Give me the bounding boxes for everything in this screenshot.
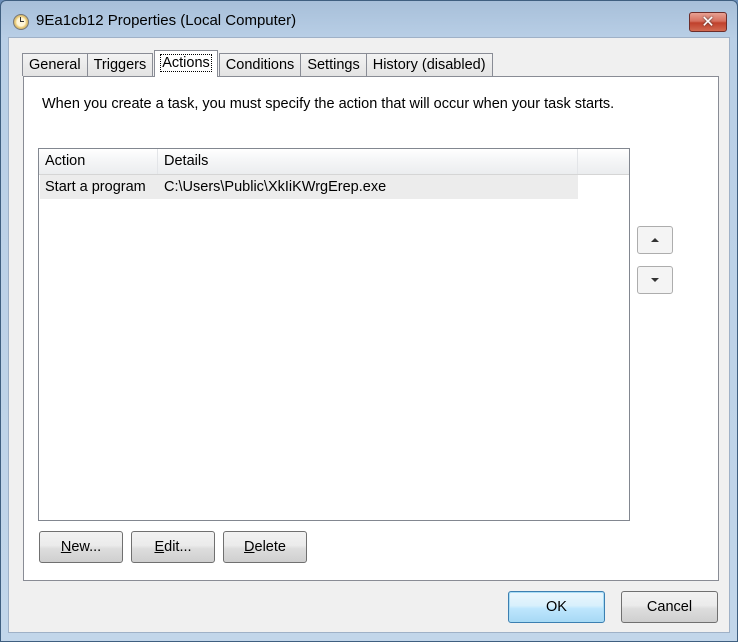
move-up-button[interactable] <box>637 226 673 254</box>
column-header-action[interactable]: Action <box>39 149 158 174</box>
tab-general[interactable]: General <box>22 53 88 76</box>
actions-tab-panel: When you create a task, you must specify… <box>23 76 719 581</box>
delete-button[interactable]: Delete <box>223 531 307 563</box>
triangle-down-icon <box>651 278 659 282</box>
cell-details: C:\Users\Public\XkIiKWrgErep.exe <box>164 179 387 195</box>
new-button[interactable]: New... <box>39 531 123 563</box>
cell-action: Start a program <box>45 179 146 195</box>
tab-settings[interactable]: Settings <box>300 53 367 76</box>
window-title: 9Ea1cb12 Properties (Local Computer) <box>36 12 297 29</box>
column-header-filler <box>578 149 629 174</box>
tab-label: Conditions <box>225 57 295 73</box>
cancel-button[interactable]: Cancel <box>621 591 718 623</box>
tab-label: General <box>29 57 81 73</box>
mnemonic: N <box>60 539 72 555</box>
move-down-button[interactable] <box>637 266 673 294</box>
dialog-client-area: General Triggers Actions Conditions Sett… <box>8 37 730 633</box>
tab-label: History (disabled) <box>372 57 486 73</box>
actions-description: When you create a task, you must specify… <box>42 96 615 112</box>
mnemonic: D <box>244 539 255 555</box>
tab-history[interactable]: History (disabled) <box>365 53 493 76</box>
tab-label: Actions <box>160 54 212 72</box>
clock-icon <box>13 14 29 30</box>
title-bar[interactable]: 9Ea1cb12 Properties (Local Computer) ✕ <box>1 1 737 37</box>
button-label: ew... <box>71 539 102 555</box>
tab-strip: General Triggers Actions Conditions Sett… <box>22 50 493 77</box>
list-header: Action Details <box>39 149 629 175</box>
column-header-details[interactable]: Details <box>158 149 578 174</box>
ok-button[interactable]: OK <box>508 591 605 623</box>
tab-label: Settings <box>307 57 360 73</box>
list-row[interactable]: Start a program C:\Users\Public\XkIiKWrg… <box>40 175 578 199</box>
tab-actions[interactable]: Actions <box>154 50 218 77</box>
close-button[interactable]: ✕ <box>689 12 727 32</box>
button-label: elete <box>254 539 286 555</box>
edit-button[interactable]: Edit... <box>131 531 215 563</box>
actions-list[interactable]: Action Details Start a program C:\Users\… <box>38 148 630 521</box>
triangle-up-icon <box>651 238 659 242</box>
task-properties-dialog: 9Ea1cb12 Properties (Local Computer) ✕ G… <box>0 0 738 642</box>
button-label: dit... <box>164 539 192 555</box>
mnemonic: E <box>154 539 165 555</box>
tab-triggers[interactable]: Triggers <box>86 53 154 76</box>
tab-conditions[interactable]: Conditions <box>218 53 302 76</box>
tab-label: Triggers <box>93 57 147 73</box>
close-icon: ✕ <box>701 12 715 31</box>
